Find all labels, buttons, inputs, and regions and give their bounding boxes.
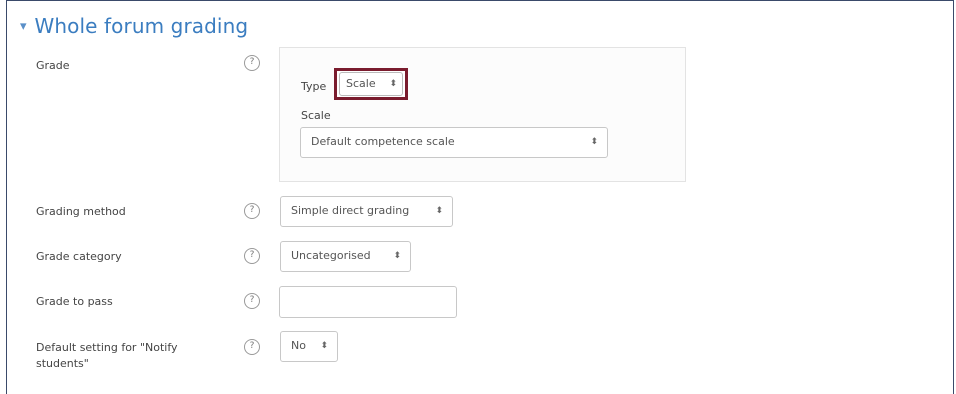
notify-label: Default setting for "Notify students" [36,340,178,372]
grade-to-pass-label: Grade to pass [36,295,113,308]
grade-type-value: Scale [346,77,376,90]
select-arrow-icon: ⬍ [590,137,598,147]
grade-category-value: Uncategorised [291,249,371,262]
grade-type-select[interactable]: Scale ⬍ [339,72,403,96]
grading-method-label: Grading method [36,205,126,218]
notify-label-line1: Default setting for "Notify [36,341,178,354]
notify-help-icon[interactable]: ? [244,339,260,355]
select-arrow-icon: ⬍ [389,79,397,89]
grade-to-pass-input[interactable] [279,286,457,318]
section-header[interactable]: ▾ Whole forum grading [20,14,248,38]
notify-label-line2: students" [36,357,89,370]
grade-scale-value: Default competence scale [311,135,455,148]
select-arrow-icon: ⬍ [320,341,328,351]
grade-scale-select[interactable]: Default competence scale ⬍ [300,127,608,158]
notify-value: No [291,339,306,352]
grading-method-help-icon[interactable]: ? [244,203,260,219]
grade-type-label: Type [301,80,327,93]
grade-help-icon[interactable]: ? [244,55,260,71]
grading-method-value: Simple direct grading [291,204,410,217]
grade-category-label: Grade category [36,250,122,263]
grade-scale-label: Scale [301,109,331,122]
select-arrow-icon: ⬍ [393,251,401,261]
select-arrow-icon: ⬍ [435,206,443,216]
section-title[interactable]: Whole forum grading [35,14,249,38]
grade-to-pass-help-icon[interactable]: ? [244,293,260,309]
grade-category-select[interactable]: Uncategorised ⬍ [280,241,411,272]
grading-method-select[interactable]: Simple direct grading ⬍ [280,196,453,227]
grade-category-help-icon[interactable]: ? [244,248,260,264]
collapse-caret-icon[interactable]: ▾ [20,19,27,34]
notify-select[interactable]: No ⬍ [280,331,338,362]
grade-label: Grade [36,59,70,72]
